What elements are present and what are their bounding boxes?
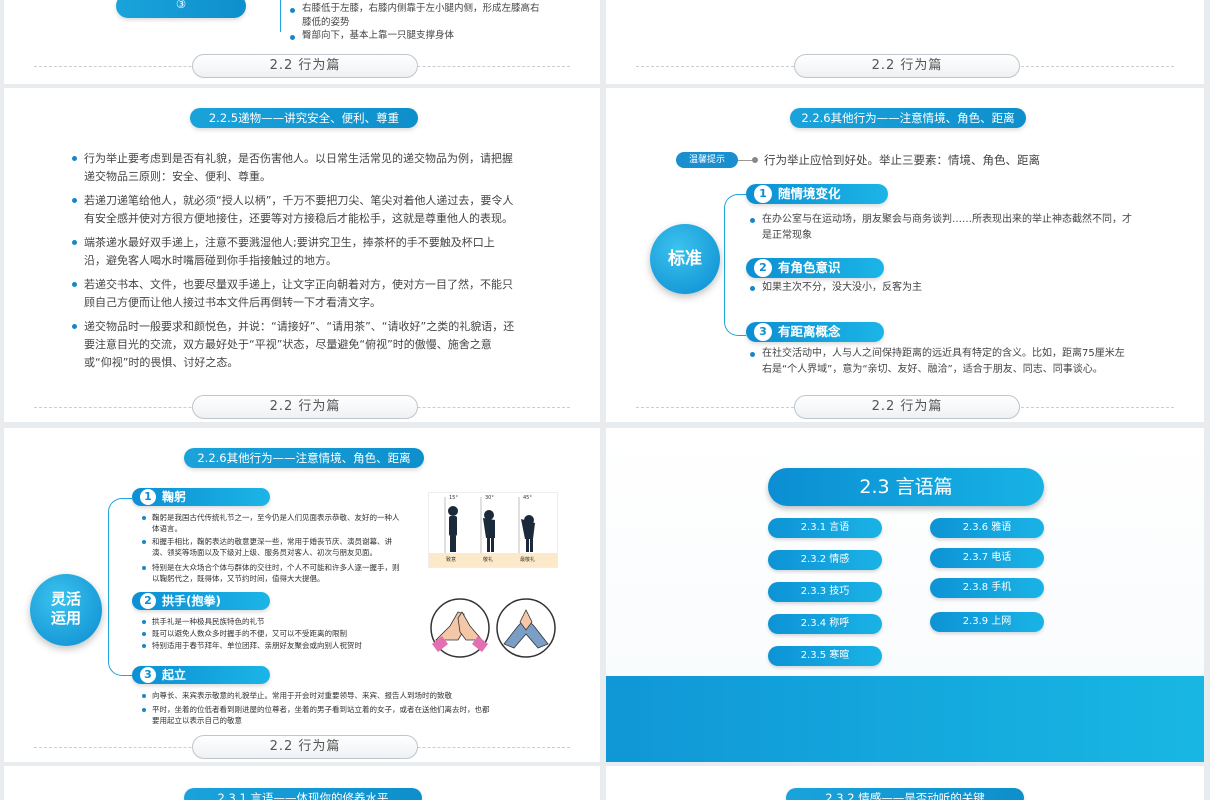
- bullet-item: 向尊长、来宾表示敬意的礼貌举止。常用于开会时对重要领导、来宾、报告人到场时的致敬: [142, 690, 492, 701]
- item-pill: 2 拱手(抱拳): [132, 592, 270, 610]
- menu-item-2-3-8[interactable]: 2.3.8 手机: [930, 578, 1044, 598]
- item-pill: 1 鞠躬: [132, 488, 270, 506]
- bullet-item: 臀部向下，基本上靠一只腿支撑身体: [290, 29, 542, 43]
- tip-text: 行为举止应恰到好处。举止三要素：情境、角色、距离: [764, 153, 1040, 167]
- bracket-line: [108, 498, 132, 676]
- slide-speech-2-3-1[interactable]: 2.3.1 言语——体现你的修养水平: [4, 766, 600, 800]
- section-button[interactable]: 2.2 行为篇: [192, 54, 418, 78]
- slide-kneeling-posture[interactable]: ③ 右膝低于左膝，右膝内侧靠于左小腿内侧，形成左膝高右膝低的姿势 臀部向下，基本…: [4, 0, 600, 84]
- bullet-item: 平时，坐着的位低者看到刚进屋的位尊者，坐着的男子看到站立着的女子，或者在送他们离…: [142, 704, 492, 726]
- item-number: 1: [140, 489, 156, 505]
- item-pill: 1 随情境变化: [746, 184, 888, 204]
- item-number: 3: [754, 323, 772, 341]
- item-number: 2: [754, 259, 772, 277]
- bow-caption: 最敬礼: [520, 557, 536, 563]
- item-text: 在社交活动中，人与人之间保持距离的远近具有特定的含义。比如，距离75厘米左右是“…: [750, 346, 1132, 378]
- bow-caption: 敬礼: [483, 557, 494, 563]
- bow-angle-label: 30°: [485, 495, 494, 501]
- chapter-title-pill: 2.3 言语篇: [768, 468, 1044, 506]
- item-label: 有距离概念: [778, 324, 841, 339]
- bullet-item: 既可以避免人数众多时握手的不便，又可以不受距离的限制: [142, 628, 404, 639]
- slide-blank-top[interactable]: 2.2 行为篇: [606, 0, 1204, 84]
- slide-title-pill: 2.2.6其他行为——注意情境、角色、距离: [790, 108, 1026, 128]
- slide-title-pill: 2.2.6其他行为——注意情境、角色、距离: [184, 448, 424, 468]
- item-label: 鞠躬: [162, 490, 187, 504]
- flexible-circle: 灵活 运用: [30, 574, 102, 646]
- menu-item-2-3-9[interactable]: 2.3.9 上网: [930, 612, 1044, 632]
- slide-flexible-application[interactable]: 2.2.6其他行为——注意情境、角色、距离 灵活 运用 1 鞠躬 鞠躬是我国古代传统…: [4, 428, 600, 762]
- section-button[interactable]: 2.2 行为篇: [192, 735, 418, 759]
- menu-item-2-3-7[interactable]: 2.3.7 电话: [930, 548, 1044, 568]
- bottom-color-band: [606, 676, 1204, 762]
- menu-item-2-3-4[interactable]: 2.3.4 称呼: [768, 614, 882, 634]
- bullet-item: 行为举止要考虑到是否有礼貌，是否伤害他人。以日常生活常见的递交物品为例，请把握递…: [72, 150, 516, 186]
- item-label: 起立: [162, 668, 187, 682]
- slide-speech-chapter[interactable]: 2.3 言语篇 2.3.1 言语 2.3.2 情感 2.3.3 技巧 2.3.4…: [606, 428, 1204, 762]
- circle-line-1: 灵活: [50, 590, 81, 608]
- bow-angle-label: 45°: [523, 495, 532, 501]
- item-pill: 3 起立: [132, 666, 270, 684]
- bowing-illustration: 15° 30° 45° 致意 敬礼 最敬礼: [428, 492, 558, 568]
- bullet-item: 若递刀递笔给他人，就必须“授人以柄”，千万不要把刀尖、笔尖对着他人递过去，要令人…: [72, 192, 516, 228]
- connector-line: [280, 0, 281, 32]
- item-pill: 3 有距离概念: [746, 322, 884, 342]
- tip-badge: 温馨提示: [676, 152, 738, 168]
- section-button[interactable]: 2.2 行为篇: [794, 395, 1020, 419]
- bullet-item: 拱手礼是一种极具民族特色的礼节: [142, 616, 404, 627]
- slide-context-role-distance[interactable]: 2.2.6其他行为——注意情境、角色、距离 温馨提示 行为举止应恰到好处。举止三…: [606, 88, 1204, 422]
- pill-number: ③: [175, 0, 187, 11]
- menu-item-2-3-1[interactable]: 2.3.1 言语: [768, 518, 882, 538]
- slide-title-pill: 2.3.1 言语——体现你的修养水平: [184, 788, 422, 800]
- fist-salute-icon: [430, 598, 556, 658]
- slide-title-pill: 2.2.5递物——讲究安全、便利、尊重: [190, 108, 418, 128]
- menu-item-2-3-5[interactable]: 2.3.5 寒暄: [768, 646, 882, 666]
- slide-grid: ③ 右膝低于左膝，右膝内侧靠于左小腿内侧，形成左膝高右膝低的姿势 臀部向下，基本…: [0, 0, 1210, 800]
- menu-item-2-3-3[interactable]: 2.3.3 技巧: [768, 582, 882, 602]
- section-button[interactable]: 2.2 行为篇: [192, 395, 418, 419]
- item-label: 随情境变化: [778, 186, 841, 201]
- slide-title-pill: 2.3.2 情感——是否动听的关键: [786, 788, 1024, 800]
- section-button[interactable]: 2.2 行为篇: [794, 54, 1020, 78]
- bullet-item: 鞠躬是我国古代传统礼节之一，至今仍是人们见面表示恭敬、友好的一种人体语言。: [142, 512, 404, 534]
- menu-item-2-3-2[interactable]: 2.3.2 情感: [768, 550, 882, 570]
- bullet-item: 特别是在大众场合个体与群体的交往时，个人不可能和许多人逐一握手，则以鞠躬代之，既…: [142, 562, 404, 584]
- item-text: 在办公室与在运动场，朋友聚会与商务谈判……所表现出来的举止神态截然不同，才是正常…: [750, 212, 1132, 244]
- item-number: 1: [754, 185, 772, 203]
- item-label: 拱手(抱拳): [162, 594, 221, 608]
- bracket-line: [724, 194, 746, 336]
- bullet-item: 右膝低于左膝，右膝内侧靠于左小腿内侧，形成左膝高右膝低的姿势: [290, 2, 542, 30]
- bullet-item: 递交物品时一般要求和颜悦色，并说：“请接好”、“请用茶”、“请收好”之类的礼貌语…: [72, 318, 516, 372]
- bullet-item: 特别适用于春节拜年、单位团拜、亲朋好友聚会或向别人祝贺时: [142, 640, 404, 651]
- bullet-item: 端茶递水最好双手递上，注意不要溅湿他人;要讲究卫生，捧茶杯的手不要触及杯口上沿，…: [72, 234, 516, 270]
- item-number: 2: [140, 593, 156, 609]
- fist-salute-illustration: [428, 596, 560, 660]
- tip-dot: [752, 157, 758, 163]
- numbered-heading-pill: ③: [116, 0, 246, 18]
- item-text: 如果主次不分，没大没小，反客为主: [750, 280, 1132, 296]
- bullet-item: 和握手相比，鞠躬表达的敬意更深一些，常用于婚丧节庆、演员谢幕、讲演、领奖等场面以…: [142, 536, 404, 558]
- bow-caption: 致意: [446, 557, 457, 563]
- slide-speech-2-3-2[interactable]: 2.3.2 情感——是否动听的关键: [606, 766, 1204, 800]
- slide-handing-objects[interactable]: 2.2.5递物——讲究安全、便利、尊重 行为举止要考虑到是否有礼貌，是否伤害他人…: [4, 88, 600, 422]
- circle-line-2: 运用: [50, 609, 81, 627]
- standard-circle: 标准: [650, 224, 720, 294]
- bullet-item: 若递交书本、文件，也要尽量双手递上，让文字正向朝着对方，使对方一目了然，不能只顾…: [72, 276, 516, 312]
- item-number: 3: [140, 667, 156, 683]
- menu-item-2-3-6[interactable]: 2.3.6 雅语: [930, 518, 1044, 538]
- item-pill: 2 有角色意识: [746, 258, 884, 278]
- bow-angle-label: 15°: [449, 495, 458, 501]
- item-label: 有角色意识: [778, 260, 841, 275]
